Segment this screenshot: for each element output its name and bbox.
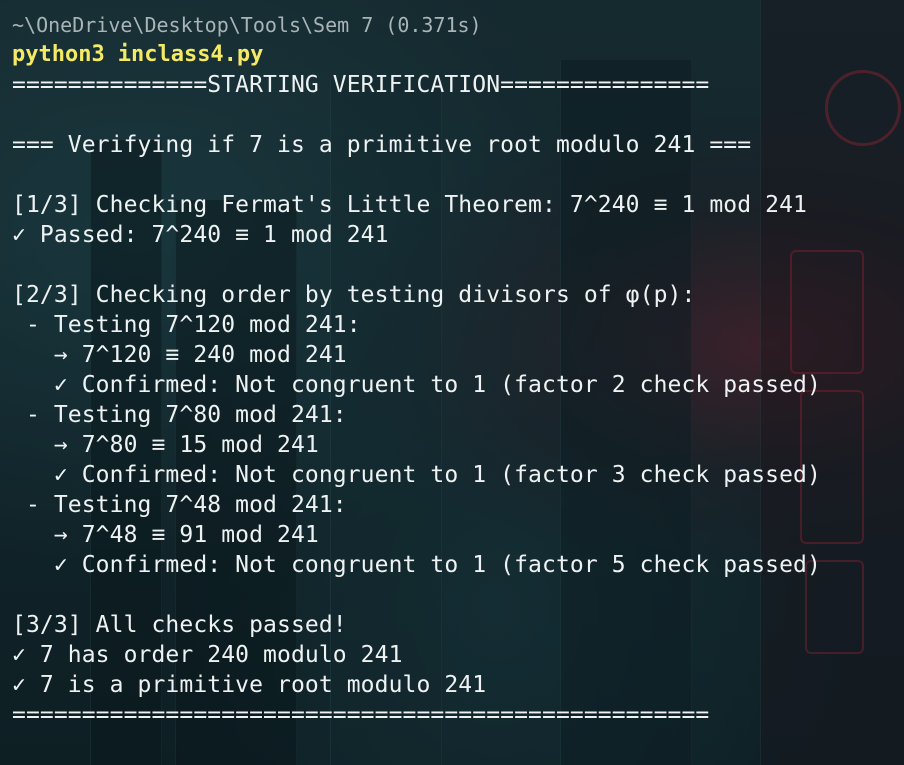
output-line-step1: [1/3] Checking Fermat's Little Theorem: … [12, 192, 807, 218]
output-line-start-banner: ==============STARTING VERIFICATION=====… [12, 72, 710, 98]
output-line-test-120: - Testing 7^120 mod 241: [12, 312, 361, 338]
command-path-header: ~\OneDrive\Desktop\Tools\Sem 7 (0.371s) [12, 13, 482, 37]
output-blank-line [12, 250, 894, 280]
output-line-test-48: - Testing 7^48 mod 241: [12, 492, 347, 518]
terminal-output[interactable]: ~\OneDrive\Desktop\Tools\Sem 7 (0.371s) … [12, 10, 894, 765]
output-line-confirm-80: ✓ Confirmed: Not congruent to 1 (factor … [12, 462, 821, 488]
output-line-end-banner: ========================================… [12, 702, 710, 728]
output-line-step3: [3/3] All checks passed! [12, 612, 347, 638]
output-line-result-120: → 7^120 ≡ 240 mod 241 [12, 342, 347, 368]
output-line-verify-heading: === Verifying if 7 is a primitive root m… [12, 132, 752, 158]
command-argument: inclass4.py [117, 42, 264, 67]
output-line-primitive-root-result: ✓ 7 is a primitive root modulo 241 [12, 672, 487, 698]
output-blank-line [12, 100, 894, 130]
output-line-result-80: → 7^80 ≡ 15 mod 241 [12, 432, 319, 458]
command-name: python3 [12, 42, 105, 67]
output-line-step1-result: ✓ Passed: 7^240 ≡ 1 mod 241 [12, 222, 389, 248]
output-line-test-80: - Testing 7^80 mod 241: [12, 402, 347, 428]
output-line-step2: [2/3] Checking order by testing divisors… [12, 282, 696, 308]
output-line-confirm-120: ✓ Confirmed: Not congruent to 1 (factor … [12, 372, 821, 398]
output-line-order-result: ✓ 7 has order 240 modulo 241 [12, 642, 403, 668]
command-line: python3 inclass4.py [12, 40, 894, 70]
output-line-result-48: → 7^48 ≡ 91 mod 241 [12, 522, 319, 548]
output-blank-line [12, 160, 894, 190]
output-blank-line [12, 580, 894, 610]
output-line-confirm-48: ✓ Confirmed: Not congruent to 1 (factor … [12, 552, 821, 578]
